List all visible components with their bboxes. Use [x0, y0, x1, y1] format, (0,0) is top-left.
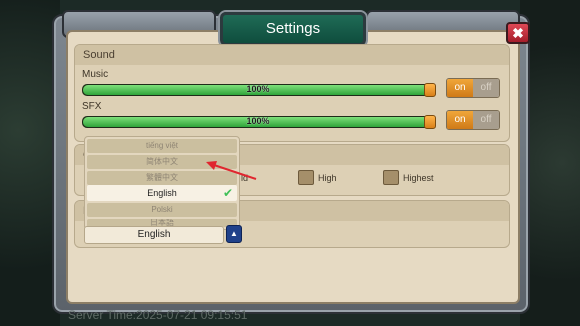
server-time: Server Time:2025-07-21 09:15:51: [68, 308, 248, 322]
annotation-arrow-icon: [206, 161, 257, 180]
